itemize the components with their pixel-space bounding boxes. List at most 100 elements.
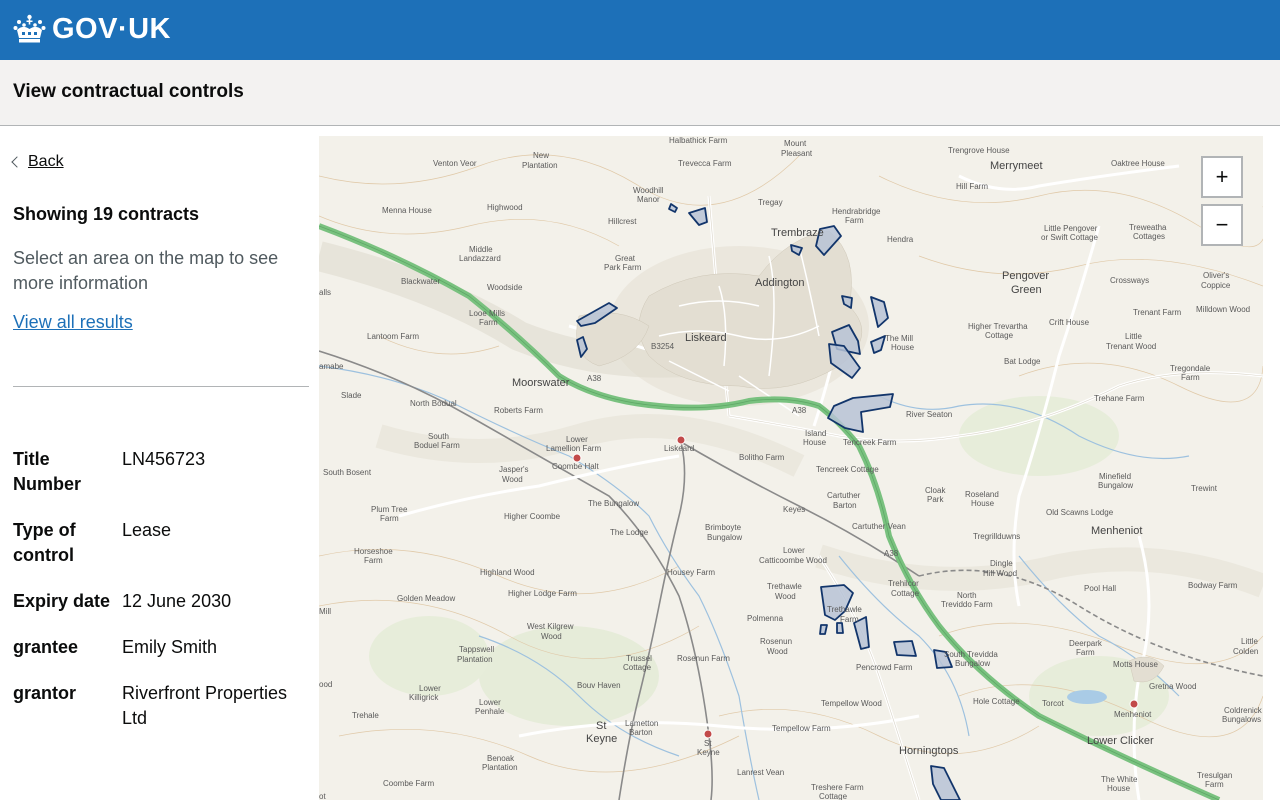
service-navigation: View contractual controls: [0, 60, 1280, 126]
place-label: Trewint: [1191, 484, 1218, 493]
place-label: Farm: [1181, 373, 1200, 382]
map-viewport[interactable]: Liskeard Trembraze Addington Moorswater …: [319, 136, 1263, 800]
map-canvas[interactable]: Liskeard Trembraze Addington Moorswater …: [319, 136, 1263, 800]
place-label: Coldrenick: [1224, 706, 1263, 715]
place-label: Cottage: [891, 589, 920, 598]
place-label: Deerpark: [1069, 639, 1103, 648]
place-label: Brimboyte: [705, 523, 742, 532]
place-label: ot: [319, 792, 326, 800]
place-label: Roseland: [965, 490, 999, 499]
place-label: Benoak: [487, 754, 515, 763]
place-label: Bouv Haven: [577, 681, 621, 690]
place-label: Trenant Farm: [1133, 308, 1181, 317]
place-label: West Kilgrew: [527, 622, 574, 631]
chevron-left-icon: [11, 155, 23, 168]
town-label: Horningtops: [899, 745, 959, 757]
contract-area[interactable]: [819, 624, 828, 635]
summary-key: Title Number: [13, 449, 82, 494]
town-label: Addington: [755, 277, 805, 289]
place-label: Menheniot: [1114, 710, 1152, 719]
back-link[interactable]: Back: [11, 153, 64, 171]
place-label: Menna House: [382, 206, 432, 215]
place-label: Dingle: [990, 559, 1013, 568]
place-label: Trethawle: [827, 605, 862, 614]
place-label: Cartuther Vean: [852, 522, 906, 531]
place-label: Pencrowd Farm: [856, 663, 913, 672]
place-label: Rosenun Farm: [677, 654, 730, 663]
place-label: Trehilcor: [888, 579, 919, 588]
place-label: Trehane Farm: [1094, 394, 1145, 403]
section-divider: [13, 386, 309, 387]
place-label: Plantation: [482, 763, 518, 772]
town-label: Pengover: [1002, 270, 1049, 282]
place-label: Cottage: [623, 663, 652, 672]
place-label: Keyne: [697, 748, 720, 757]
place-label: North Bodual: [410, 399, 457, 408]
place-label: Oliver's: [1203, 271, 1229, 280]
place-label: Mill: [319, 607, 331, 616]
site-header: GOV·UK: [0, 0, 1280, 60]
place-label: Coombe Halt: [552, 462, 599, 471]
place-label: The White: [1101, 775, 1138, 784]
summary-key: Type of control: [13, 520, 76, 565]
place-label: Jasper's: [499, 465, 529, 474]
place-label: Minefield: [1099, 472, 1131, 481]
place-label: Slade: [341, 391, 362, 400]
zoom-out-button[interactable]: −: [1201, 204, 1243, 246]
station-marker: [676, 435, 686, 445]
place-label: Motts House: [1113, 660, 1158, 669]
summary-value: Lease: [122, 520, 172, 540]
place-label: alls: [319, 288, 331, 297]
summary-value: 12 June 2030: [122, 591, 232, 611]
place-label: Tregondale: [1170, 364, 1211, 373]
place-label: Farm: [364, 556, 383, 565]
place-label: Tempellow Wood: [821, 699, 882, 708]
place-label: Hendra: [887, 235, 914, 244]
place-label: Cottage: [819, 792, 848, 800]
contract-area[interactable]: [836, 622, 844, 634]
summary-row-grantee: grantee Emily Smith: [13, 635, 309, 660]
summary-key: grantor: [13, 683, 76, 703]
place-label: Trenant Wood: [1106, 342, 1156, 351]
view-all-results-link[interactable]: View all results: [13, 312, 133, 333]
place-label: South: [428, 432, 449, 441]
place-label: Park: [927, 495, 944, 504]
place-label: Killigrick: [409, 693, 439, 702]
service-name[interactable]: View contractual controls: [13, 81, 244, 103]
zoom-in-button[interactable]: +: [1201, 156, 1243, 198]
place-label: Trethawle: [767, 582, 802, 591]
place-label: ood: [319, 680, 332, 689]
place-label: Bungalow: [955, 659, 990, 668]
place-label: Horseshoe: [354, 547, 393, 556]
place-label: Halbathick Farm: [669, 136, 728, 145]
place-label: Housey Farm: [667, 568, 715, 577]
contract-area[interactable]: [893, 640, 917, 657]
summary-value: Emily Smith: [122, 637, 218, 657]
place-label: Cottage: [985, 331, 1014, 340]
place-label: Pool Hall: [1084, 584, 1116, 593]
place-label: Lower: [419, 684, 441, 693]
place-label: Farm: [845, 216, 864, 225]
place-label: Crift House: [1049, 318, 1090, 327]
place-label: House: [803, 438, 827, 447]
govuk-logo-link[interactable]: GOV·UK: [13, 11, 171, 47]
logo-text: GOV·UK: [52, 12, 171, 45]
place-label: Tempellow Farm: [772, 724, 831, 733]
place-label: Wood: [767, 647, 788, 656]
place-label: Cloak: [925, 486, 946, 495]
place-label: Plantation: [457, 655, 493, 664]
town-label: St: [596, 720, 606, 732]
place-label: Roberts Farm: [494, 406, 543, 415]
town-label: Merrymeet: [990, 160, 1043, 172]
place-label: Tappswell: [459, 645, 494, 654]
place-label: Plum Tree: [371, 505, 408, 514]
summary-key: grantee: [13, 637, 79, 657]
place-label: The Lodge: [610, 528, 649, 537]
place-label: Penhale: [475, 707, 505, 716]
place-label: Lametton: [625, 719, 658, 728]
place-label: Hill Wood: [983, 569, 1017, 578]
place-label: Higher Lodge Farm: [508, 589, 577, 598]
place-label: Coppice: [1201, 281, 1231, 290]
place-label: Farm: [380, 514, 399, 523]
place-label: Landazzard: [459, 254, 501, 263]
